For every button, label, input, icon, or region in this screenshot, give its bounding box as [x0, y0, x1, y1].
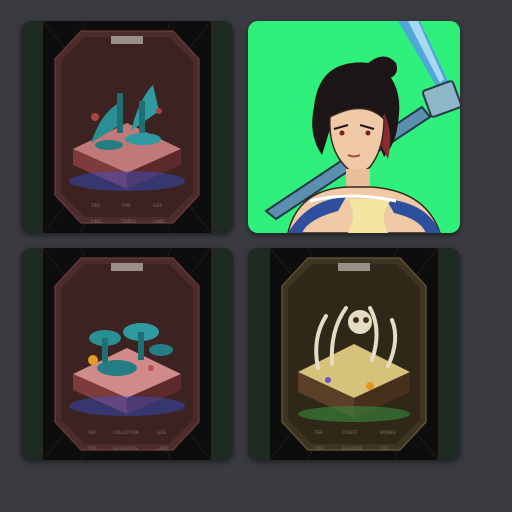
logo-icon: [111, 36, 143, 44]
nft-card-teal-swamp[interactable]: TIER COLLECTION SIZE TYPE RESOURCES LAND: [21, 248, 233, 460]
svg-text:FOREST: FOREST: [342, 430, 358, 435]
nft-card-bone-desert[interactable]: TIER FOREST BIOMES TYPE BIG RIVER SIZE: [248, 248, 460, 460]
svg-text:KIND: KIND: [91, 219, 101, 224]
logo-icon: [111, 263, 143, 271]
svg-text:TIER: TIER: [313, 430, 323, 435]
svg-text:TYPE: TYPE: [120, 203, 131, 208]
character-portrait: [248, 21, 460, 233]
svg-text:BIOMES: BIOMES: [380, 430, 396, 435]
land-card-frame: TIER TYPE SIZE KIND TEMPLE LAND: [21, 21, 233, 233]
land-card-frame: TIER FOREST BIOMES TYPE BIG RIVER SIZE: [248, 248, 460, 460]
nft-card-teal-ruins[interactable]: TIER TYPE SIZE KIND TEMPLE LAND: [21, 21, 233, 233]
svg-text:LAND: LAND: [153, 219, 164, 224]
logo-icon: [338, 263, 370, 271]
svg-text:TIER: TIER: [90, 203, 100, 208]
character-portrait-card[interactable]: [248, 21, 460, 233]
svg-text:SIZE: SIZE: [157, 430, 166, 435]
land-card-frame: TIER COLLECTION SIZE TYPE RESOURCES LAND: [21, 248, 233, 460]
svg-text:TYPE: TYPE: [313, 446, 324, 451]
svg-text:TIER: TIER: [86, 430, 96, 435]
svg-text:LAND: LAND: [157, 446, 168, 451]
svg-text:RESOURCES: RESOURCES: [113, 446, 138, 451]
svg-text:BIG RIVER: BIG RIVER: [342, 446, 363, 451]
svg-text:SIZE: SIZE: [153, 203, 162, 208]
svg-text:COLLECTION: COLLECTION: [113, 430, 138, 435]
svg-text:TYPE: TYPE: [86, 446, 97, 451]
svg-text:SIZE: SIZE: [380, 446, 389, 451]
svg-text:TEMPLE: TEMPLE: [120, 219, 137, 224]
